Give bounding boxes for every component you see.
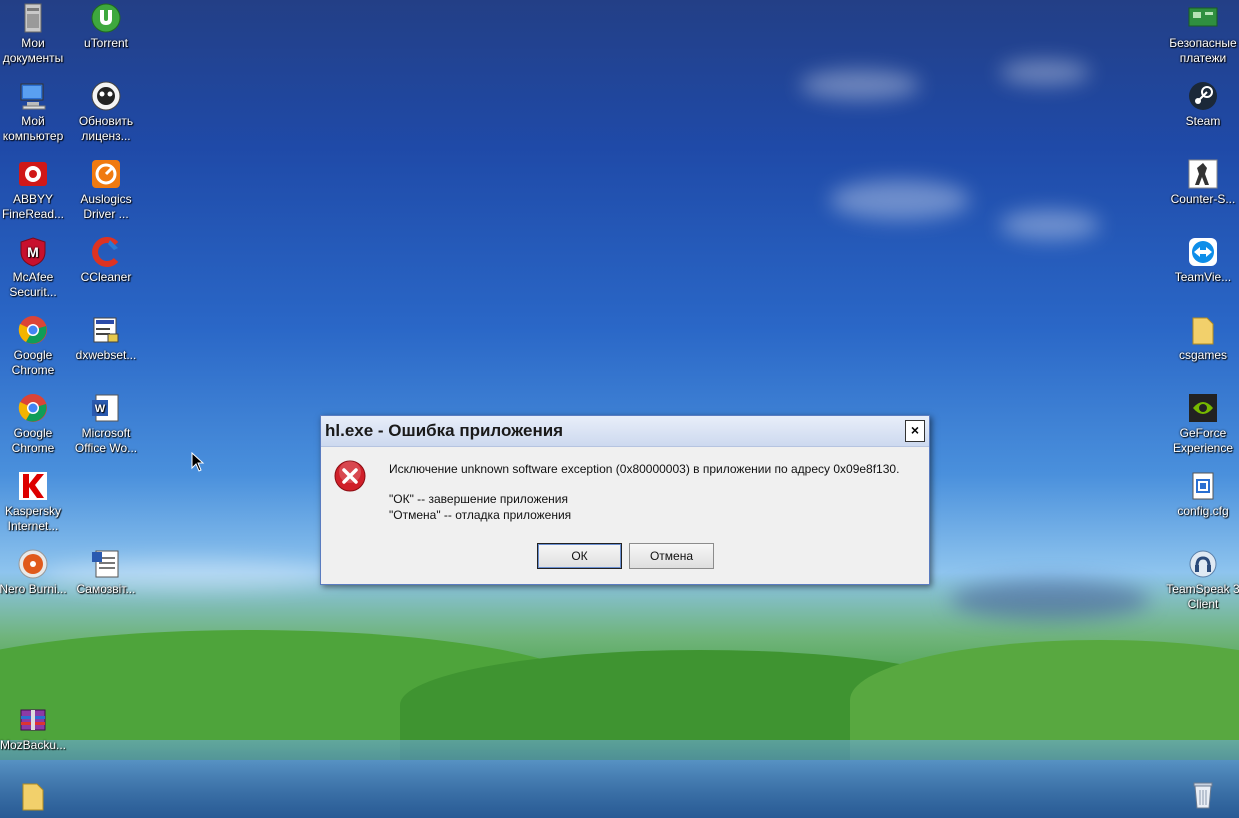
desktop-icon-label: Обновить лиценз...	[78, 114, 134, 143]
wallpaper-cloud	[830, 180, 970, 220]
desktop-icon-label: McAfee Securit...	[9, 270, 57, 299]
dialog-title: hl.exe - Ошибка приложения	[325, 421, 564, 440]
dialog-title-bar[interactable]: hl.exe - Ошибка приложения ×	[321, 416, 929, 447]
archive-icon	[17, 704, 49, 736]
desktop-icon-mcafee[interactable]: M McAfee Securit...	[0, 236, 71, 300]
chrome-icon	[17, 392, 49, 424]
desktop-icon-label: uTorrent	[83, 36, 129, 50]
dialog-message: Исключение unknown software exception (0…	[389, 461, 899, 523]
desktop-icon-label: Counter-S...	[1170, 192, 1236, 206]
desktop-icon-teamspeak[interactable]: TeamSpeak 3 Client	[1165, 548, 1239, 612]
desktop: Мои документы Мой компьютер ABBYY FineRe…	[0, 0, 1239, 818]
nero-disc-icon	[17, 548, 49, 580]
recycle-bin-icon	[1187, 778, 1219, 810]
desktop-icon-mozbackup[interactable]: MozBacku...	[0, 704, 71, 753]
teamspeak-icon	[1187, 548, 1219, 580]
desktop-icon-label: csgames	[1178, 348, 1228, 362]
desktop-icon-label: CCleaner	[80, 270, 132, 284]
desktop-icon-label: Google Chrome	[11, 426, 55, 455]
geforce-icon	[1187, 392, 1219, 424]
auslogics-icon	[90, 158, 122, 190]
desktop-icon-safe-payments[interactable]: Безопасные платежи	[1165, 2, 1239, 66]
desktop-icon-label: Google Chrome	[11, 348, 55, 377]
cancel-button[interactable]: Отмена	[629, 543, 714, 569]
desktop-icon-dxwebsetup[interactable]: dxwebset...	[68, 314, 144, 363]
utorrent-icon	[90, 2, 122, 34]
wallpaper-cloud	[1000, 60, 1090, 85]
message-line: Исключение unknown software exception (0…	[389, 462, 900, 476]
desktop-icon-auslogics[interactable]: Auslogics Driver ...	[68, 158, 144, 222]
desktop-icon-google-chrome-2[interactable]: Google Chrome	[0, 392, 71, 456]
svg-text:W: W	[95, 403, 106, 415]
steam-icon	[1187, 80, 1219, 112]
desktop-icon-label: TeamVie...	[1174, 270, 1232, 284]
desktop-icon-my-documents[interactable]: Мои документы	[0, 2, 71, 66]
desktop-icon-label: ABBYY FineRead...	[1, 192, 65, 221]
desktop-icon-label: Microsoft Office Wo...	[74, 426, 138, 455]
desktop-icon-config-cfg[interactable]: config.cfg	[1165, 470, 1239, 519]
desktop-icon-label: Самозвіт...	[76, 582, 136, 596]
word-document-icon	[90, 548, 122, 580]
desktop-icon-counter-strike[interactable]: Counter-S...	[1165, 158, 1239, 207]
update-license-icon	[90, 80, 122, 112]
desktop-icon-label: TeamSpeak 3 Client	[1166, 582, 1239, 611]
desktop-icon-label: GeForce Experience	[1172, 426, 1234, 455]
installer-icon	[90, 314, 122, 346]
folder-documents-icon	[17, 2, 49, 34]
wallpaper-cloud	[1000, 210, 1100, 240]
desktop-icon-folder[interactable]	[0, 780, 71, 814]
error-icon	[334, 460, 366, 492]
mouse-cursor-icon	[191, 451, 205, 472]
desktop-icon-samozvit[interactable]: Самозвіт...	[68, 548, 144, 597]
message-line: "Отмена" -- отладка приложения	[389, 508, 572, 522]
desktop-icon-geforce[interactable]: GeForce Experience	[1165, 392, 1239, 456]
wallpaper-cloud	[800, 70, 920, 100]
desktop-icon-utorrent[interactable]: uTorrent	[68, 2, 144, 51]
svg-text:M: M	[27, 244, 39, 260]
desktop-icon-ccleaner[interactable]: CCleaner	[68, 236, 144, 285]
desktop-icon-csgames[interactable]: csgames	[1165, 314, 1239, 363]
folder-icon	[17, 780, 49, 812]
mcafee-shield-icon: M	[17, 236, 49, 268]
desktop-icon-google-chrome-1[interactable]: Google Chrome	[0, 314, 71, 378]
kaspersky-icon	[17, 470, 49, 502]
abbyy-icon	[17, 158, 49, 190]
desktop-icon-update-license[interactable]: Обновить лиценз...	[68, 80, 144, 144]
wallpaper-cloud	[950, 580, 1150, 620]
desktop-icon-abbyy[interactable]: ABBYY FineRead...	[0, 158, 71, 222]
folder-icon	[1187, 314, 1219, 346]
desktop-icon-label: Kaspersky Internet...	[4, 504, 62, 533]
word-document-icon: W	[90, 392, 122, 424]
desktop-icon-nero[interactable]: Nero Burni...	[0, 548, 71, 597]
desktop-icon-ms-word[interactable]: W Microsoft Office Wo...	[68, 392, 144, 456]
message-line: "ОК" -- завершение приложения	[389, 492, 568, 506]
counter-strike-icon	[1187, 158, 1219, 190]
desktop-icon-label: Auslogics Driver ...	[80, 192, 132, 221]
desktop-icon-label: Мой компьютер	[2, 114, 64, 143]
teamviewer-icon	[1187, 236, 1219, 268]
desktop-icon-label: MozBacku...	[0, 738, 67, 752]
desktop-icon-label: Nero Burni...	[0, 582, 67, 596]
desktop-icon-label: Steam	[1185, 114, 1221, 128]
desktop-icon-kaspersky[interactable]: Kaspersky Internet...	[0, 470, 71, 534]
safe-payments-icon	[1187, 2, 1219, 34]
desktop-icon-label: config.cfg	[1177, 504, 1229, 518]
config-file-icon	[1187, 470, 1219, 502]
desktop-icon-my-computer[interactable]: Мой компьютер	[0, 80, 71, 144]
computer-icon	[17, 80, 49, 112]
desktop-icon-teamviewer[interactable]: TeamVie...	[1165, 236, 1239, 285]
close-button[interactable]: ×	[905, 420, 925, 442]
desktop-icon-label: dxwebset...	[75, 348, 137, 362]
desktop-icon-label: Безопасные платежи	[1169, 36, 1237, 65]
ccleaner-icon	[90, 236, 122, 268]
chrome-icon	[17, 314, 49, 346]
desktop-icon-steam[interactable]: Steam	[1165, 80, 1239, 129]
desktop-icon-recycle-bin[interactable]	[1165, 778, 1239, 812]
desktop-icon-label: Мои документы	[2, 36, 64, 65]
wallpaper-water	[0, 740, 1239, 818]
ok-button[interactable]: ОК	[537, 543, 622, 569]
error-dialog: hl.exe - Ошибка приложения × Исключение …	[320, 415, 930, 585]
